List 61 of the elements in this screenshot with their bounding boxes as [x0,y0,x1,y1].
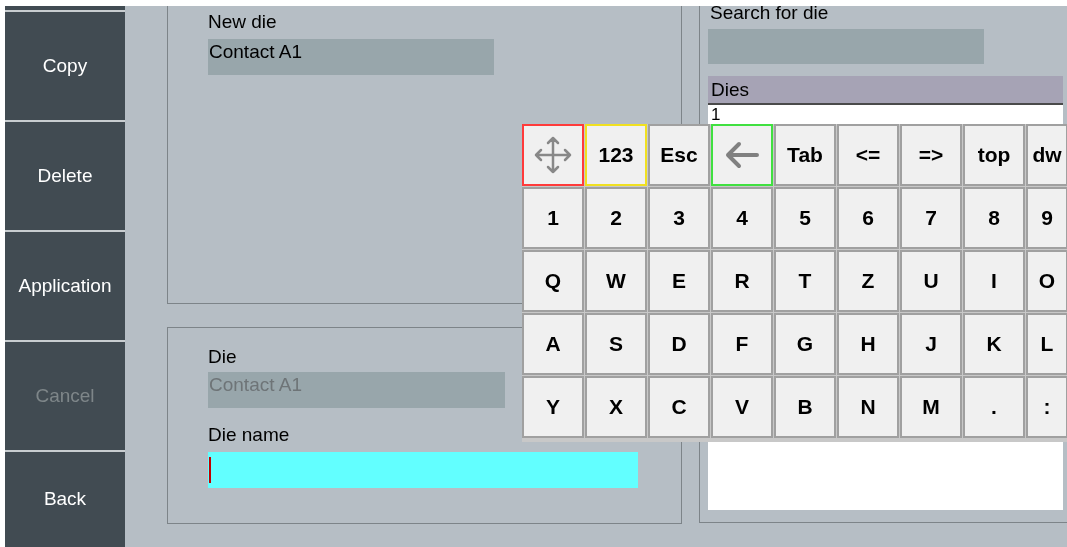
key[interactable]: R [711,250,773,312]
key[interactable]: K [963,313,1025,375]
sidebar-button[interactable]: Back [5,452,125,547]
input-field[interactable]: Contact A1 [208,39,494,75]
key[interactable]: H [837,313,899,375]
key[interactable]: C [648,376,710,438]
left-arrow-icon [724,140,760,170]
key[interactable]: S [585,313,647,375]
key[interactable]: N [837,376,899,438]
key[interactable]: W [585,250,647,312]
field-label: New die [208,11,278,33]
key[interactable]: dw [1026,124,1067,186]
key[interactable]: L [1026,313,1067,375]
field-label: Die [208,346,238,368]
key[interactable]: D [648,313,710,375]
key[interactable]: G [774,313,836,375]
sidebar-button[interactable] [5,6,125,12]
key[interactable]: 3 [648,187,710,249]
key[interactable]: 123 [585,124,647,186]
sidebar-button[interactable]: Delete [5,122,125,232]
key[interactable]: Q [522,250,584,312]
key[interactable]: J [900,313,962,375]
field-label: Search for die [709,6,830,20]
key[interactable]: 7 [900,187,962,249]
backspace-key[interactable] [711,124,773,186]
list-row[interactable]: 1 [708,105,1063,125]
input-field[interactable] [208,452,638,488]
key[interactable]: 5 [774,187,836,249]
key[interactable]: 4 [711,187,773,249]
key[interactable]: Tab [774,124,836,186]
key[interactable]: B [774,376,836,438]
key[interactable]: 6 [837,187,899,249]
key[interactable]: T [774,250,836,312]
key[interactable]: . [963,376,1025,438]
key[interactable]: F [711,313,773,375]
key[interactable]: V [711,376,773,438]
key[interactable]: 2 [585,187,647,249]
key[interactable]: 1 [522,187,584,249]
key[interactable]: O [1026,250,1067,312]
sidebar-button[interactable]: Application [5,232,125,342]
key[interactable]: Esc [648,124,710,186]
key[interactable]: U [900,250,962,312]
key[interactable]: Z [837,250,899,312]
key[interactable]: : [1026,376,1067,438]
search-field[interactable] [708,29,984,64]
move-key[interactable] [522,124,584,186]
key[interactable]: 8 [963,187,1025,249]
key[interactable]: 9 [1026,187,1067,249]
key[interactable]: I [963,250,1025,312]
key[interactable]: top [963,124,1025,186]
move-icon [533,135,573,175]
key[interactable]: A [522,313,584,375]
key[interactable]: Y [522,376,584,438]
key[interactable]: <= [837,124,899,186]
key[interactable]: E [648,250,710,312]
key[interactable]: => [900,124,962,186]
key[interactable]: M [900,376,962,438]
field-label: Die name [208,424,291,446]
column-header: Dies [708,76,1063,105]
sidebar-button[interactable]: Copy [5,12,125,122]
key[interactable]: X [585,376,647,438]
